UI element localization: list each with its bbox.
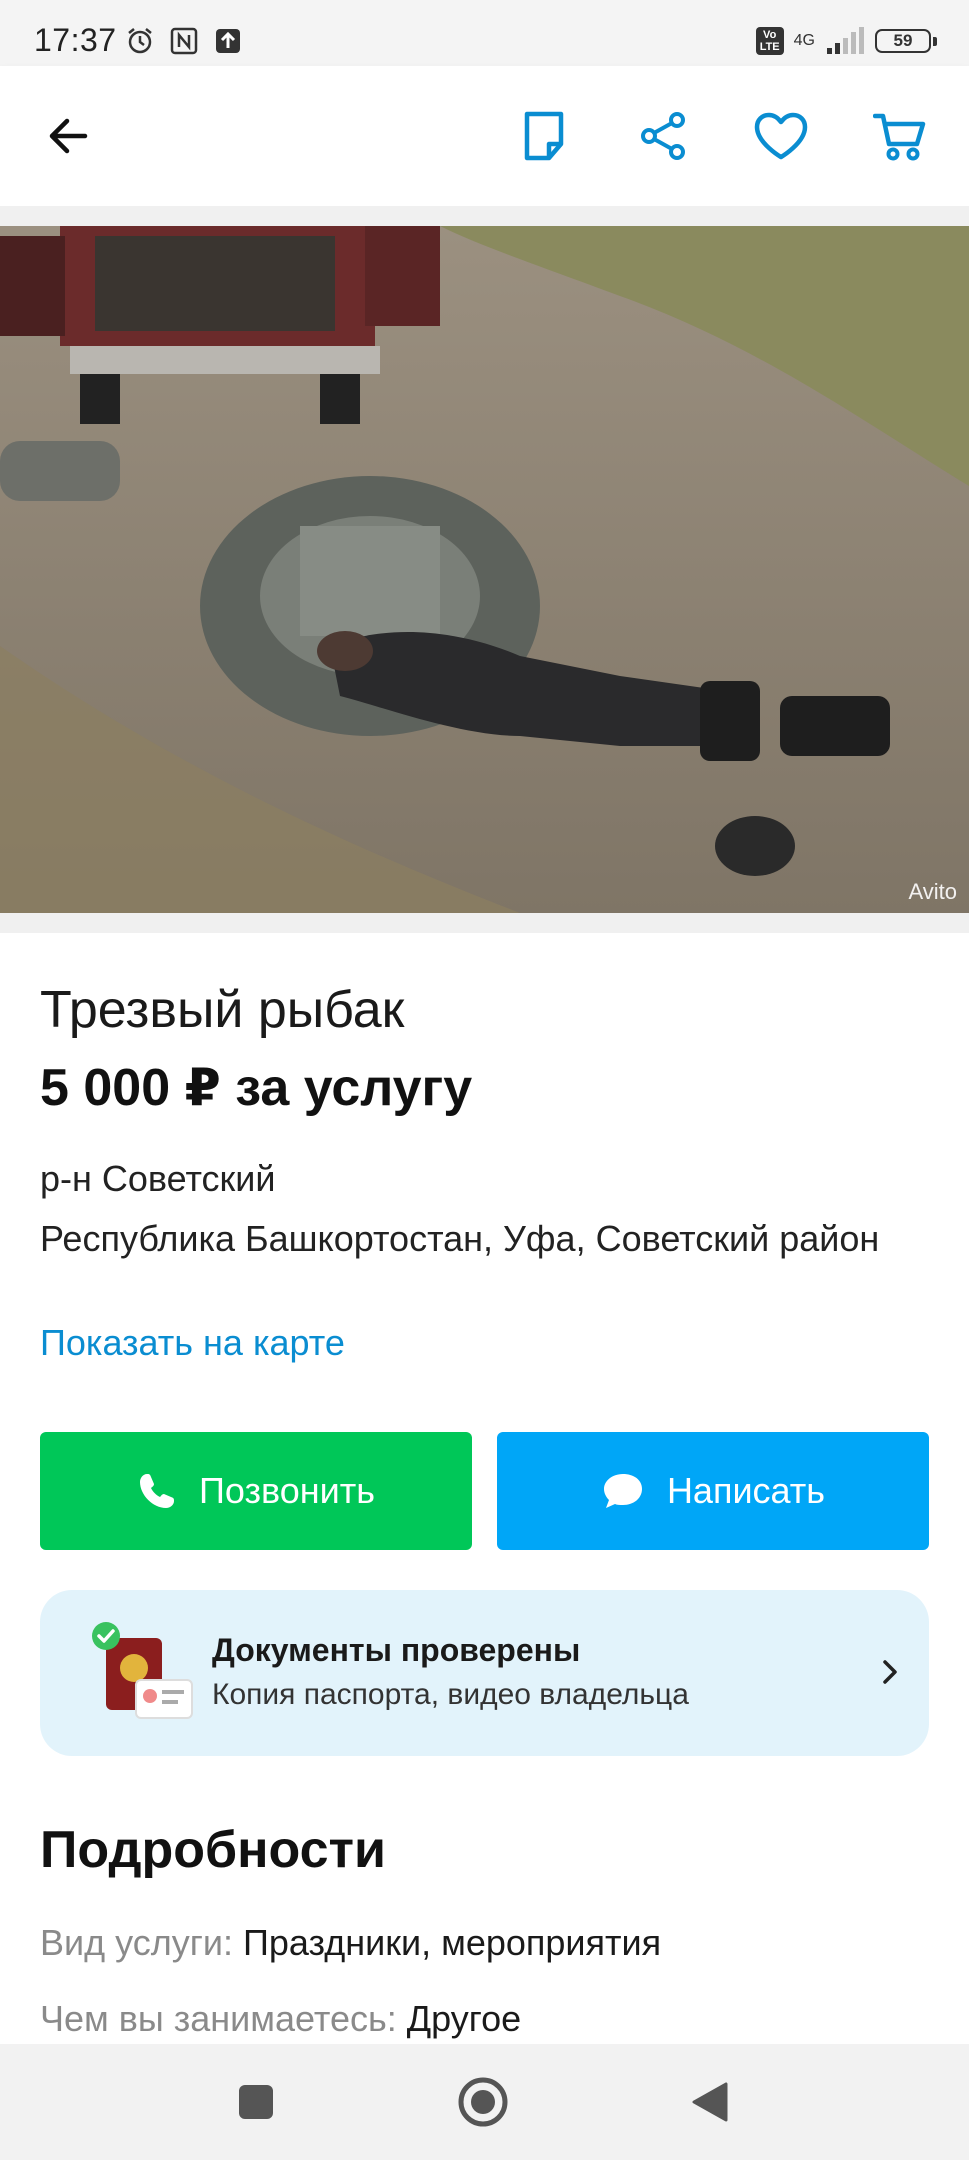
listing-address: Республика Башкортостан, Уфа, Советский …	[40, 1218, 880, 1259]
share-button[interactable]	[633, 106, 693, 166]
detail-row-service-type: Вид услуги: Праздники, мероприятия	[40, 1922, 661, 1964]
status-bar: 17:37 Vo LTE 4G 59	[0, 0, 969, 66]
cart-icon	[873, 113, 926, 161]
listing-photo-image	[0, 226, 969, 913]
home-icon	[458, 2077, 508, 2127]
photo-watermark: Avito	[908, 879, 957, 904]
documents-verified-card[interactable]: Документы проверены Копия паспорта, виде…	[40, 1590, 929, 1756]
system-nav-bar	[0, 2044, 969, 2160]
verified-documents-icon	[92, 1622, 193, 1719]
system-back-button[interactable]	[682, 2074, 738, 2130]
detail-label: Чем вы занимаетесь:	[40, 1998, 397, 2039]
message-bubble-icon	[603, 1474, 642, 1508]
write-button-label: Написать	[666, 1470, 826, 1511]
back-arrow-icon	[49, 118, 88, 154]
listing-district: р-н Советский	[40, 1158, 276, 1199]
status-time: 17:37	[34, 22, 117, 58]
app-bar	[0, 66, 969, 206]
nfc-icon	[170, 27, 198, 55]
status-notification-icons	[125, 26, 243, 56]
listing-title: Трезвый рыбак	[40, 981, 405, 1039]
note-icon	[524, 111, 564, 161]
chevron-right-icon	[883, 1660, 897, 1684]
call-button[interactable]: Позвонить	[40, 1432, 472, 1550]
status-system-icons: Vo LTE 4G 59	[755, 26, 937, 56]
listing-photo[interactable]: Avito	[0, 226, 969, 913]
show-on-map-link[interactable]: Показать на карте	[40, 1322, 345, 1364]
back-button[interactable]	[38, 106, 98, 166]
detail-value: Праздники, мероприятия	[243, 1922, 662, 1963]
documents-verified-title: Документы проверены	[212, 1632, 581, 1668]
home-button[interactable]	[455, 2074, 511, 2130]
cart-button[interactable]	[870, 106, 930, 166]
upload-icon	[216, 29, 240, 53]
phone-icon	[140, 1474, 174, 1508]
listing-price: 5 000 ₽ за услугу	[40, 1059, 473, 1117]
detail-row-occupation: Чем вы занимаетесь: Другое	[40, 1998, 521, 2040]
documents-verified-subtitle: Копия паспорта, видео владельца	[212, 1678, 689, 1711]
detail-value: Другое	[406, 1998, 522, 2039]
recent-apps-button[interactable]	[228, 2074, 284, 2130]
call-button-label: Позвонить	[199, 1470, 375, 1511]
network-type: 4G	[793, 32, 815, 49]
detail-label: Вид услуги:	[40, 1922, 233, 1963]
note-button[interactable]	[515, 106, 575, 166]
share-icon	[641, 112, 685, 160]
battery-indicator: 59	[875, 29, 937, 53]
favorite-button[interactable]	[751, 106, 811, 166]
volte-badge: Vo LTE	[755, 27, 784, 55]
alarm-icon	[128, 28, 152, 54]
heart-icon	[754, 112, 808, 160]
back-icon	[692, 2082, 728, 2122]
details-heading: Подробности	[40, 1821, 386, 1879]
recent-apps-icon	[239, 2085, 273, 2119]
write-button[interactable]: Написать	[497, 1432, 929, 1550]
signal-icon	[827, 27, 864, 54]
